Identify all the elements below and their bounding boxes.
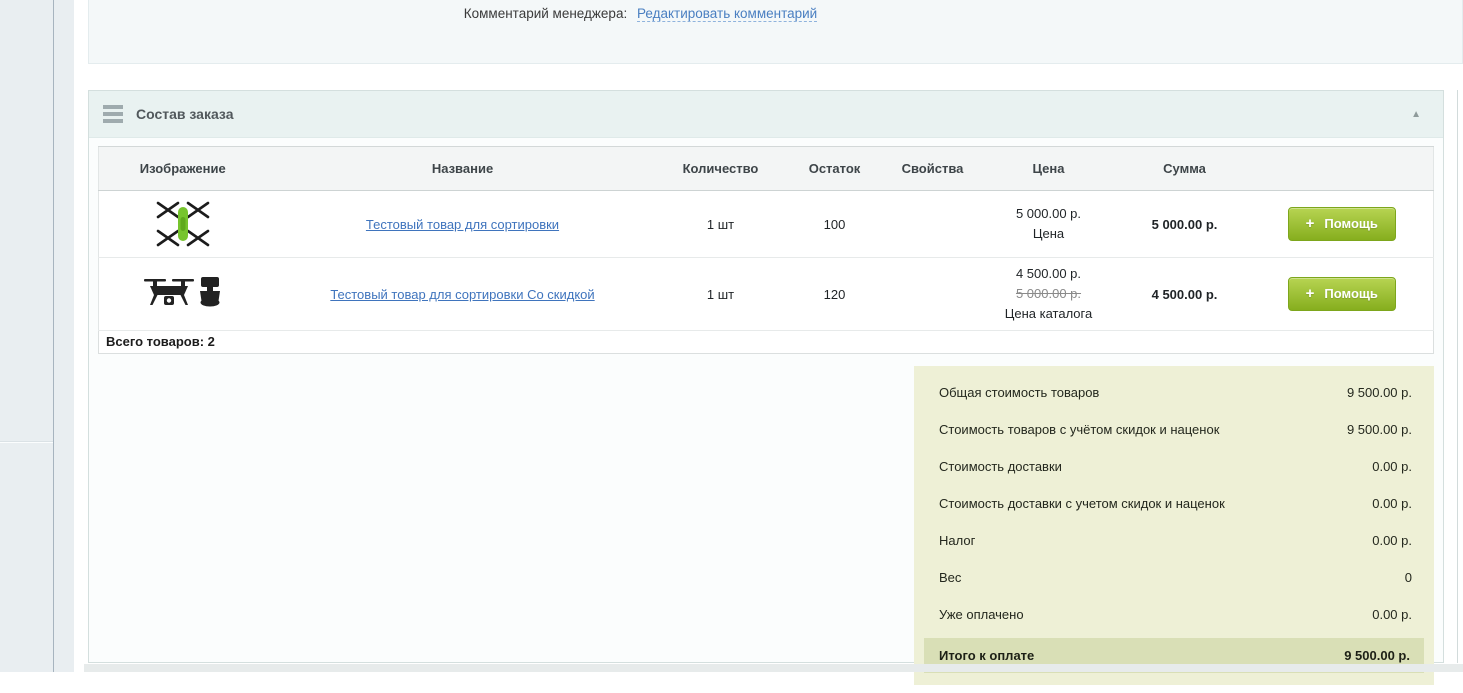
- plus-icon: +: [1306, 285, 1315, 302]
- summary-value: 0.00 р.: [1372, 459, 1412, 474]
- order-items-table: Изображение Название Количество Остаток …: [98, 146, 1434, 331]
- items-total-label: Всего товаров:: [106, 334, 204, 349]
- product-name-link[interactable]: Тестовый товар для сортировки: [366, 217, 559, 232]
- drone-side-view-image: [143, 272, 223, 316]
- header-name: Название: [267, 147, 659, 191]
- summary-label: Налог: [939, 533, 975, 548]
- sum-cell: 4 500.00 р.: [1119, 258, 1251, 331]
- summary-label: Общая стоимость товаров: [939, 385, 1099, 400]
- order-summary-box: Общая стоимость товаров 9 500.00 р. Стои…: [914, 366, 1434, 685]
- summary-value: 0.00 р.: [1372, 496, 1412, 511]
- actions-cell: + Помощь: [1251, 191, 1434, 258]
- table-header-row: Изображение Название Количество Остаток …: [99, 147, 1434, 191]
- summary-label: Стоимость доставки с учетом скидок и нац…: [939, 496, 1225, 511]
- header-quantity: Количество: [659, 147, 783, 191]
- product-name-link[interactable]: Тестовый товар для сортировки Со скидкой: [330, 287, 594, 302]
- help-button-label: Помощь: [1324, 216, 1377, 231]
- summary-total-value: 9 500.00 р.: [1344, 648, 1410, 663]
- summary-row: Стоимость доставки с учетом скидок и нац…: [914, 485, 1434, 522]
- summary-value: 9 500.00 р.: [1347, 422, 1412, 437]
- price-value: 4 500.00 р.: [987, 264, 1111, 284]
- summary-row: Уже оплачено 0.00 р.: [914, 596, 1434, 633]
- left-sidebar: [0, 0, 74, 672]
- summary-row: Стоимость доставки 0.00 р.: [914, 448, 1434, 485]
- stock-cell: 120: [783, 258, 887, 331]
- properties-cell: [887, 191, 979, 258]
- header-image: Изображение: [99, 147, 267, 191]
- sum-cell: 5 000.00 р.: [1119, 191, 1251, 258]
- manager-comment-label: Комментарий менеджера:: [464, 6, 627, 21]
- help-button[interactable]: + Помощь: [1288, 207, 1396, 241]
- summary-row: Вес 0: [914, 559, 1434, 596]
- order-contents-body: Изображение Название Количество Остаток …: [89, 138, 1443, 693]
- sidebar-border-line: [53, 0, 54, 672]
- table-row: Тестовый товар для сортировки 1 шт 100 5…: [99, 191, 1434, 258]
- old-price-value: 5 000.00 р.: [987, 284, 1111, 304]
- product-image-cell: [99, 191, 267, 258]
- edit-comment-link[interactable]: Редактировать комментарий: [637, 6, 817, 22]
- page-right-border: [1457, 90, 1458, 663]
- price-type-label: Цена каталога: [987, 304, 1111, 324]
- price-cell: 4 500.00 р. 5 000.00 р. Цена каталога: [979, 258, 1119, 331]
- header-actions: [1251, 147, 1434, 191]
- header-price: Цена: [979, 147, 1119, 191]
- summary-row: Налог 0.00 р.: [914, 522, 1434, 559]
- quantity-cell: 1 шт: [659, 258, 783, 331]
- price-type-label: Цена: [987, 224, 1111, 244]
- price-value: 5 000.00 р.: [987, 204, 1111, 224]
- summary-value: 0.00 р.: [1372, 607, 1412, 622]
- items-total-row: Всего товаров: 2: [98, 331, 1434, 354]
- menu-icon[interactable]: [103, 102, 123, 126]
- header-properties: Свойства: [887, 147, 979, 191]
- summary-row: Общая стоимость товаров 9 500.00 р.: [914, 374, 1434, 411]
- summary-row: Стоимость товаров с учётом скидок и наце…: [914, 411, 1434, 448]
- order-contents-panel: Состав заказа ▲ Изображение Название Кол…: [88, 90, 1444, 663]
- summary-value: 0.00 р.: [1372, 533, 1412, 548]
- summary-total-label: Итого к оплате: [939, 648, 1034, 663]
- summary-value: 0: [1405, 570, 1412, 585]
- order-contents-header: Состав заказа ▲: [89, 91, 1443, 138]
- drone-top-view-image: [154, 197, 212, 251]
- summary-label: Уже оплачено: [939, 607, 1024, 622]
- manager-comment-bar: Комментарий менеджера: Редактировать ком…: [88, 0, 1463, 64]
- quantity-cell: 1 шт: [659, 191, 783, 258]
- product-name-cell: Тестовый товар для сортировки Со скидкой: [267, 258, 659, 331]
- header-sum: Сумма: [1119, 147, 1251, 191]
- summary-label: Стоимость доставки: [939, 459, 1062, 474]
- stock-cell: 100: [783, 191, 887, 258]
- summary-label: Стоимость товаров с учётом скидок и наце…: [939, 422, 1219, 437]
- help-button[interactable]: + Помощь: [1288, 277, 1396, 311]
- collapse-icon[interactable]: ▲: [1403, 105, 1429, 124]
- properties-cell: [887, 258, 979, 331]
- product-image-cell: [99, 258, 267, 331]
- price-cell: 5 000.00 р. Цена: [979, 191, 1119, 258]
- sidebar-divider: [0, 441, 53, 443]
- product-name-cell: Тестовый товар для сортировки: [267, 191, 659, 258]
- summary-value: 9 500.00 р.: [1347, 385, 1412, 400]
- header-stock: Остаток: [783, 147, 887, 191]
- actions-cell: + Помощь: [1251, 258, 1434, 331]
- panel-title: Состав заказа: [136, 106, 234, 122]
- items-total-value: 2: [208, 334, 215, 349]
- summary-label: Вес: [939, 570, 961, 585]
- plus-icon: +: [1306, 215, 1315, 232]
- table-row: Тестовый товар для сортировки Со скидкой…: [99, 258, 1434, 331]
- help-button-label: Помощь: [1324, 286, 1377, 301]
- bottom-strip: [84, 664, 1463, 672]
